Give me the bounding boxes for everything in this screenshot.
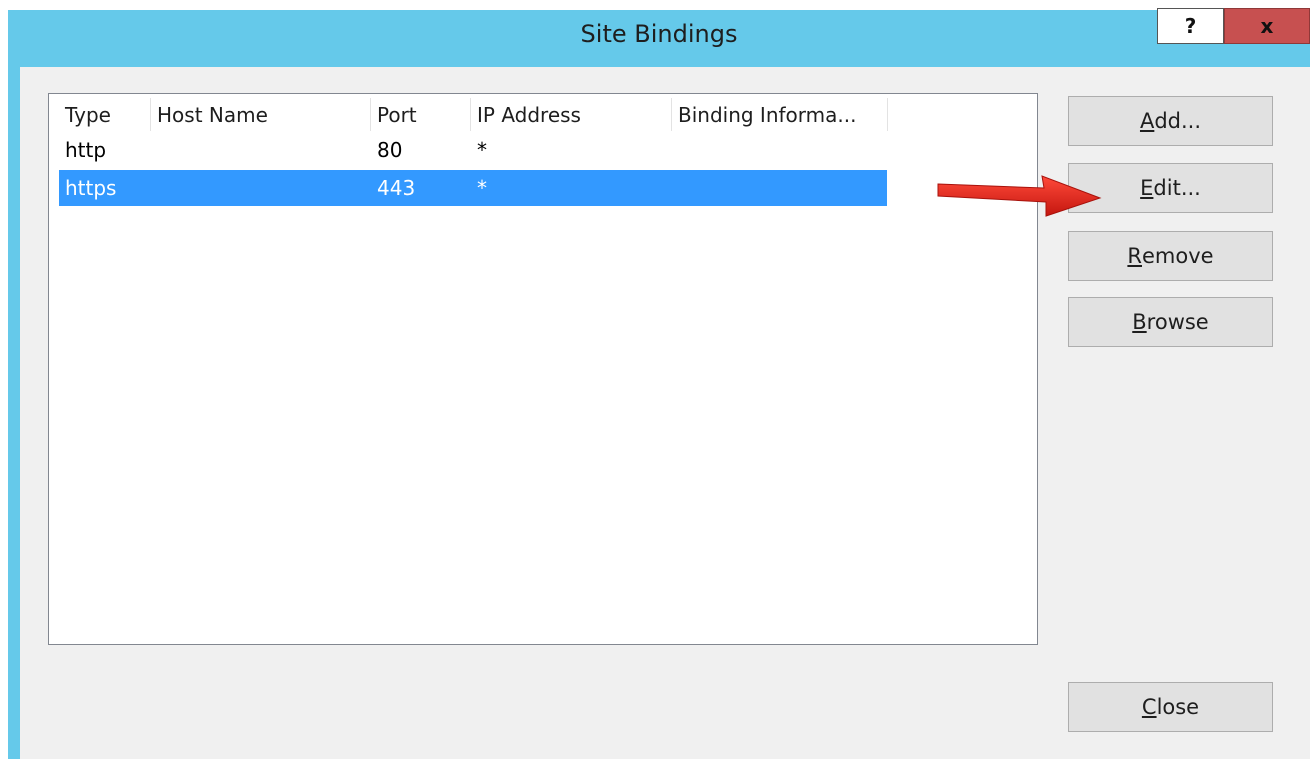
browse-label: rowse bbox=[1146, 310, 1209, 334]
remove-button[interactable]: Remove bbox=[1068, 231, 1273, 281]
cell-type: http bbox=[65, 138, 107, 162]
close-accelerator: C bbox=[1141, 695, 1157, 719]
column-header-port[interactable]: Port bbox=[371, 98, 471, 131]
dialog-title: Site Bindings bbox=[580, 20, 738, 48]
add-label: dd... bbox=[1154, 109, 1202, 133]
edit-accelerator: E bbox=[1140, 176, 1154, 200]
close-button[interactable]: Close bbox=[1068, 682, 1273, 732]
column-header-ip-address[interactable]: IP Address bbox=[471, 98, 672, 131]
site-bindings-dialog: Site Bindings ? x Type Host Name Port IP… bbox=[8, 8, 1310, 759]
cell-port: 80 bbox=[377, 138, 403, 162]
cell-port: 443 bbox=[377, 176, 416, 200]
cell-type: https bbox=[65, 176, 117, 200]
add-button[interactable]: Add... bbox=[1068, 96, 1273, 146]
cell-binding-information bbox=[672, 132, 887, 168]
cell-binding-information bbox=[672, 170, 887, 206]
remove-label: emove bbox=[1142, 244, 1214, 268]
list-header: Type Host Name Port IP Address Binding I… bbox=[59, 98, 1037, 131]
column-header-host-name[interactable]: Host Name bbox=[151, 98, 371, 131]
cell-ip-address: * bbox=[477, 138, 487, 162]
cell-host-name bbox=[151, 170, 371, 206]
red-arrow-icon bbox=[937, 175, 1102, 217]
remove-accelerator: R bbox=[1127, 244, 1142, 268]
cell-ip-address: * bbox=[477, 176, 487, 200]
browse-accelerator: B bbox=[1132, 310, 1147, 334]
bindings-list[interactable]: Type Host Name Port IP Address Binding I… bbox=[48, 93, 1038, 645]
help-button[interactable]: ? bbox=[1157, 8, 1224, 44]
browse-button[interactable]: Browse bbox=[1068, 297, 1273, 347]
dialog-client-area: Type Host Name Port IP Address Binding I… bbox=[20, 67, 1310, 759]
add-accelerator: A bbox=[1139, 109, 1155, 133]
title-bar: Site Bindings ? x bbox=[8, 8, 1310, 65]
close-label: lose bbox=[1156, 695, 1200, 719]
edit-label: dit... bbox=[1153, 176, 1201, 200]
cell-host-name bbox=[151, 132, 371, 168]
column-header-binding-information[interactable]: Binding Informa... bbox=[672, 98, 888, 131]
window-close-button[interactable]: x bbox=[1224, 8, 1310, 44]
table-row[interactable]: http 80 * bbox=[59, 132, 887, 168]
column-header-type[interactable]: Type bbox=[59, 98, 151, 131]
table-row-selected[interactable]: https 443 * bbox=[59, 170, 887, 206]
